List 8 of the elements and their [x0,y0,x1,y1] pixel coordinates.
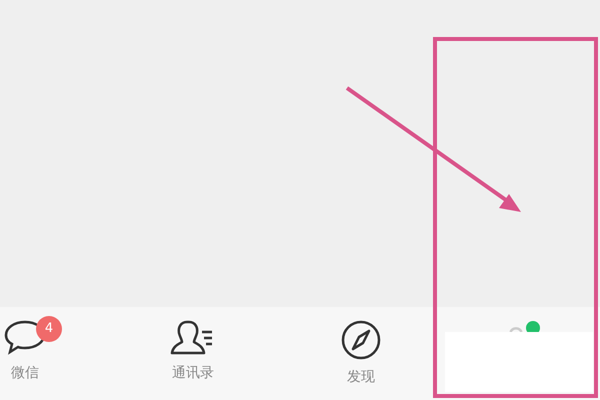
compass-icon [341,320,381,360]
tab-label: 通讯录 [172,366,214,380]
tab[interactable]: 通讯录 [109,307,277,400]
tab[interactable]: 微信 4 [0,307,109,400]
tab-label: 发现 [347,370,375,384]
tab-label: 微信 [11,366,39,380]
tab[interactable]: 发现 [277,307,445,400]
unread-count: 4 [36,316,62,342]
